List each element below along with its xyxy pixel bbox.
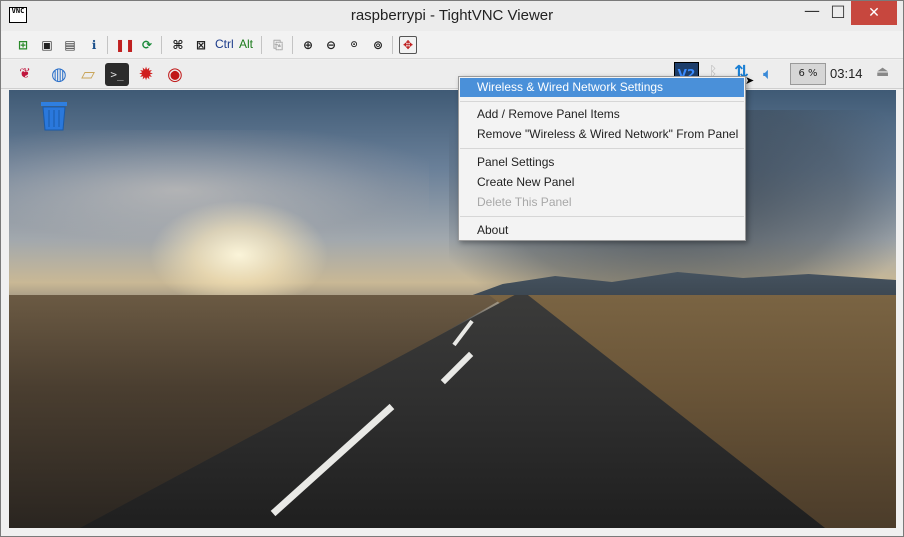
title-bar[interactable]: VNC raspberrypi - TightVNC Viewer — □ ✕	[1, 1, 903, 31]
new-connection-icon[interactable]: ⊞	[14, 36, 32, 54]
toolbar-separator	[161, 36, 162, 54]
vnc-toolbar: ⊞ ▣ ▤ ℹ ❚❚ ⟳ ⌘ ⊠ Ctrl Alt ⎘ ⊕ ⊖ ⊙ ⊚ ✥	[1, 31, 903, 59]
save-icon[interactable]: ▣	[38, 36, 56, 54]
toolbar-separator	[107, 36, 108, 54]
zoom-100-icon[interactable]: ⊙	[345, 36, 363, 54]
toolbar-separator	[392, 36, 393, 54]
terminal-icon[interactable]: >_	[105, 63, 129, 86]
connection-info-icon[interactable]: ℹ	[85, 36, 103, 54]
clipboard-icon[interactable]: ⎘	[269, 36, 287, 54]
menu-separator	[460, 101, 744, 102]
menu-item-about[interactable]: About	[460, 221, 744, 240]
mathematica-icon[interactable]: ✹	[134, 63, 158, 86]
options-icon[interactable]: ▤	[61, 36, 79, 54]
cpu-usage-monitor[interactable]: 6 %	[790, 63, 826, 85]
menu-item-remove-from-panel[interactable]: Remove "Wireless & Wired Network" From P…	[460, 125, 744, 144]
wallpaper-sun	[149, 200, 329, 310]
menu-item-delete-panel: Delete This Panel	[477, 195, 572, 209]
panel-context-menu: Wireless & Wired Network Settings Add / …	[458, 76, 746, 241]
web-browser-icon[interactable]: ◍	[47, 63, 71, 86]
menu-separator	[460, 148, 744, 149]
trash-icon[interactable]	[38, 100, 70, 132]
vnc-viewer-window: VNC raspberrypi - TightVNC Viewer — □ ✕ …	[0, 0, 904, 537]
menu-item-create-new-panel[interactable]: Create New Panel	[460, 173, 744, 192]
zoom-in-icon[interactable]: ⊕	[299, 36, 317, 54]
menu-item-network-settings[interactable]: Wireless & Wired Network Settings	[460, 78, 744, 97]
refresh-icon[interactable]: ⟳	[138, 36, 156, 54]
eject-icon[interactable]: ⏏	[876, 64, 889, 80]
menu-item-panel-settings[interactable]: Panel Settings	[460, 153, 744, 172]
toolbar-separator	[292, 36, 293, 54]
maximize-button[interactable]: □	[823, 1, 853, 25]
file-manager-icon[interactable]: ▱	[76, 63, 100, 86]
desktop-panel: ❦ ◍ ▱ >_ ✹ ◉ V2 ᛒ ⇅ ➤ 🔈︎ 6 % 03:14 ⏏	[1, 60, 903, 89]
pause-icon[interactable]: ❚❚	[115, 36, 135, 54]
menu-item-add-remove-panel-items[interactable]: Add / Remove Panel Items	[460, 105, 744, 124]
remote-desktop[interactable]	[9, 90, 896, 528]
window-title: raspberrypi - TightVNC Viewer	[350, 7, 554, 24]
ctrl-key-button[interactable]: Ctrl	[215, 37, 234, 51]
clock[interactable]: 03:14	[830, 66, 863, 81]
raspberry-menu-icon[interactable]: ❦	[13, 63, 37, 86]
volume-icon[interactable]: 🔈︎	[763, 64, 773, 84]
zoom-out-icon[interactable]: ⊖	[322, 36, 340, 54]
mouse-cursor-icon: ➤	[745, 74, 755, 87]
ctrl-alt-del-icon[interactable]: ⌘	[169, 36, 187, 54]
alt-key-button[interactable]: Alt	[239, 37, 253, 51]
fullscreen-icon[interactable]: ✥	[399, 36, 417, 54]
zoom-fit-icon[interactable]: ⊚	[369, 36, 387, 54]
wolfram-icon[interactable]: ◉	[163, 63, 187, 86]
win-key-icon[interactable]: ⊠	[192, 36, 210, 54]
close-button[interactable]: ✕	[851, 1, 897, 25]
toolbar-separator	[261, 36, 262, 54]
menu-separator	[460, 216, 744, 217]
